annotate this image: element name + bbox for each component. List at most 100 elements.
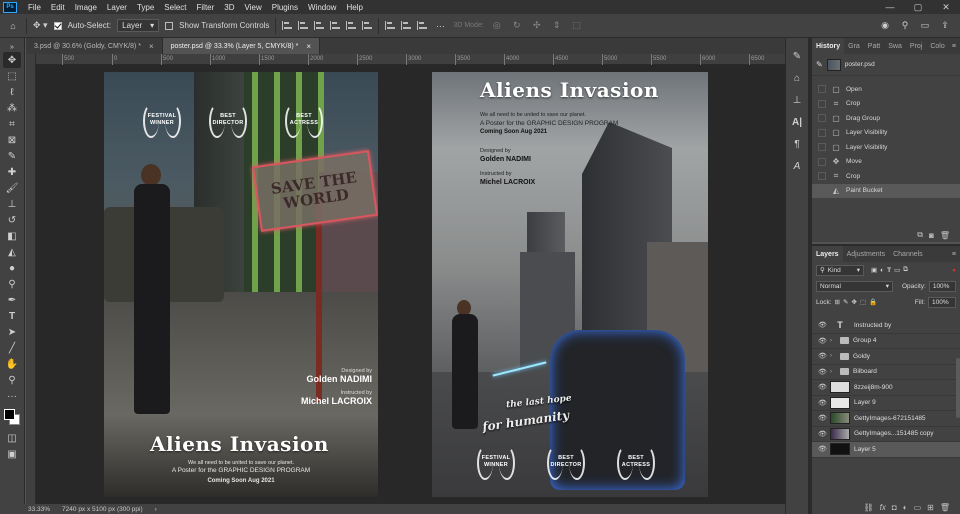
align-right-icon[interactable] bbox=[314, 21, 325, 30]
eraser-tool-icon[interactable]: ◧ bbox=[3, 228, 21, 244]
tab-adjustments[interactable]: Adjustments bbox=[843, 246, 890, 262]
close-window-button[interactable]: ✕ bbox=[932, 0, 960, 14]
tab-channels[interactable]: Channels bbox=[889, 246, 927, 262]
new-document-from-state-icon[interactable]: ⧉ bbox=[917, 230, 923, 240]
pen-tool-icon[interactable]: ✒ bbox=[3, 292, 21, 308]
clone-source-icon[interactable]: ⊥ bbox=[788, 92, 806, 108]
line-tool-icon[interactable]: ╱ bbox=[3, 340, 21, 356]
lasso-tool-icon[interactable]: ℓ bbox=[3, 84, 21, 100]
clone-stamp-tool-icon[interactable]: ⊥ bbox=[3, 196, 21, 212]
menu-window[interactable]: Window bbox=[303, 3, 341, 12]
blend-mode-dropdown[interactable]: Normal ▾ bbox=[816, 280, 893, 292]
glyphs-panel-icon[interactable]: A bbox=[788, 158, 806, 174]
chevron-right-icon[interactable]: › bbox=[830, 338, 836, 344]
color-swatches[interactable] bbox=[3, 408, 21, 426]
more-tools-icon[interactable]: ··· bbox=[3, 388, 21, 404]
tab-patterns[interactable]: Patt bbox=[864, 38, 884, 54]
menu-file[interactable]: File bbox=[23, 3, 46, 12]
move-tool-icon[interactable]: ✥ bbox=[3, 52, 21, 68]
frame-tool-icon[interactable]: ⊠ bbox=[3, 132, 21, 148]
lock-image-icon[interactable]: ✎ bbox=[843, 298, 848, 306]
camera-icon[interactable]: ◙ bbox=[929, 231, 934, 240]
history-source-box[interactable] bbox=[818, 128, 826, 137]
new-group-icon[interactable]: ▭ bbox=[914, 503, 922, 512]
tab-swatches[interactable]: Swa bbox=[884, 38, 906, 54]
history-item[interactable]: ▢ Drag Group bbox=[812, 111, 960, 126]
brush-tool-icon[interactable]: 🖌 bbox=[3, 180, 21, 196]
minimize-button[interactable]: — bbox=[876, 0, 904, 14]
zoom-level[interactable]: 33.33% bbox=[28, 506, 50, 513]
history-source-box[interactable] bbox=[818, 85, 826, 94]
history-source-box[interactable] bbox=[818, 157, 826, 166]
layer-row[interactable]: 👁 8zzeij8m-900 bbox=[812, 380, 960, 396]
adjustment-filter-icon[interactable]: ◐ bbox=[880, 267, 884, 274]
visibility-eye-icon[interactable]: 👁 bbox=[818, 337, 827, 345]
eyedropper-tool-icon[interactable]: ✎ bbox=[3, 148, 21, 164]
horizontal-ruler[interactable]: 500 0 500 1000 1500 2000 2500 3000 3500 … bbox=[36, 54, 809, 65]
visibility-eye-icon[interactable]: 👁 bbox=[818, 368, 827, 376]
history-item[interactable]: ▢ Layer Visibility bbox=[812, 140, 960, 155]
layer-style-icon[interactable]: fx bbox=[880, 503, 886, 512]
tab-properties[interactable]: Proj bbox=[906, 38, 926, 54]
link-layers-icon[interactable]: ⛓ bbox=[864, 503, 874, 512]
type-filter-icon[interactable]: T bbox=[887, 267, 891, 274]
visibility-eye-icon[interactable]: 👁 bbox=[818, 399, 827, 407]
smart-object-filter-icon[interactable]: ⧉ bbox=[903, 266, 908, 274]
visibility-eye-icon[interactable]: 👁 bbox=[818, 445, 827, 453]
menu-type[interactable]: Type bbox=[132, 3, 159, 12]
menu-image[interactable]: Image bbox=[70, 3, 102, 12]
menu-layer[interactable]: Layer bbox=[102, 3, 132, 12]
share-icon[interactable]: ⇪ bbox=[938, 18, 952, 34]
3d-scale-icon[interactable]: ⬚ bbox=[570, 18, 584, 34]
healing-brush-tool-icon[interactable]: ✚ bbox=[3, 164, 21, 180]
layer-row[interactable]: 👁 Layer 5 bbox=[812, 442, 960, 458]
3d-orbit-icon[interactable]: ◎ bbox=[490, 18, 504, 34]
new-layer-icon[interactable]: ⊞ bbox=[927, 503, 934, 512]
lock-artboard-icon[interactable]: ⬚ bbox=[860, 298, 866, 306]
history-source-box[interactable] bbox=[818, 99, 826, 108]
account-icon[interactable]: ◉ bbox=[878, 18, 892, 34]
character-panel-icon[interactable]: A| bbox=[788, 114, 806, 130]
collapse-toolbar-icon[interactable]: » bbox=[3, 42, 21, 52]
panel-menu-icon[interactable]: ≡ bbox=[952, 251, 960, 258]
tab-poster-psd[interactable]: poster.psd @ 33.3% (Layer 5, CMYK/8) * × bbox=[162, 38, 321, 54]
close-tab-icon[interactable]: × bbox=[306, 42, 311, 51]
distribute-top-icon[interactable] bbox=[385, 21, 396, 30]
auto-select-checkbox[interactable] bbox=[53, 21, 62, 30]
search-icon[interactable]: ⚲ bbox=[898, 18, 912, 34]
history-source-box[interactable] bbox=[818, 186, 826, 195]
workspace-icon[interactable]: ▭ bbox=[918, 18, 932, 34]
align-middle-icon[interactable] bbox=[346, 21, 357, 30]
kind-filter-dropdown[interactable]: ⚲ Kind ▾ bbox=[816, 264, 864, 276]
layers-scrollbar[interactable] bbox=[956, 358, 960, 418]
chevron-right-icon[interactable]: › bbox=[830, 353, 836, 359]
add-mask-icon[interactable]: ◘ bbox=[892, 503, 897, 512]
menu-3d[interactable]: 3D bbox=[219, 3, 239, 12]
menu-help[interactable]: Help bbox=[341, 3, 367, 12]
distribute-center-icon[interactable] bbox=[401, 21, 412, 30]
align-bottom-icon[interactable] bbox=[362, 21, 373, 30]
hand-tool-icon[interactable]: ✋ bbox=[3, 356, 21, 372]
history-item[interactable]: ◭ Paint Bucket bbox=[812, 183, 960, 198]
3d-pan-icon[interactable]: ✣ bbox=[530, 18, 544, 34]
chevron-right-icon[interactable]: › bbox=[830, 369, 836, 375]
3d-roll-icon[interactable]: ↻ bbox=[510, 18, 524, 34]
canvas-area[interactable]: SAVE THE WORLD FESTIVAL WINNER BEST DIRE… bbox=[36, 65, 808, 504]
visibility-eye-icon[interactable]: 👁 bbox=[818, 383, 827, 391]
blur-tool-icon[interactable]: ● bbox=[3, 260, 21, 276]
zoom-tool-icon[interactable]: ⚲ bbox=[3, 372, 21, 388]
layer-row[interactable]: 👁 › Bilboard bbox=[812, 365, 960, 380]
magic-wand-tool-icon[interactable]: ⁂ bbox=[3, 100, 21, 116]
distribute-bottom-icon[interactable] bbox=[417, 21, 428, 30]
align-center-icon[interactable] bbox=[298, 21, 309, 30]
tab-color[interactable]: Colo bbox=[926, 38, 948, 54]
visibility-eye-icon[interactable]: 👁 bbox=[818, 430, 827, 438]
pixel-filter-icon[interactable]: ▣ bbox=[871, 266, 877, 274]
lock-transparent-icon[interactable]: ⊞ bbox=[835, 298, 840, 306]
panel-menu-icon[interactable]: ≡ bbox=[952, 43, 960, 50]
show-transform-checkbox[interactable] bbox=[165, 21, 174, 30]
type-tool-icon[interactable]: T bbox=[3, 308, 21, 324]
brush-settings-icon[interactable]: ✎ bbox=[788, 48, 806, 64]
layer-row[interactable]: 👁 Layer 9 bbox=[812, 396, 960, 411]
3d-slide-icon[interactable]: ⇕ bbox=[550, 18, 564, 34]
